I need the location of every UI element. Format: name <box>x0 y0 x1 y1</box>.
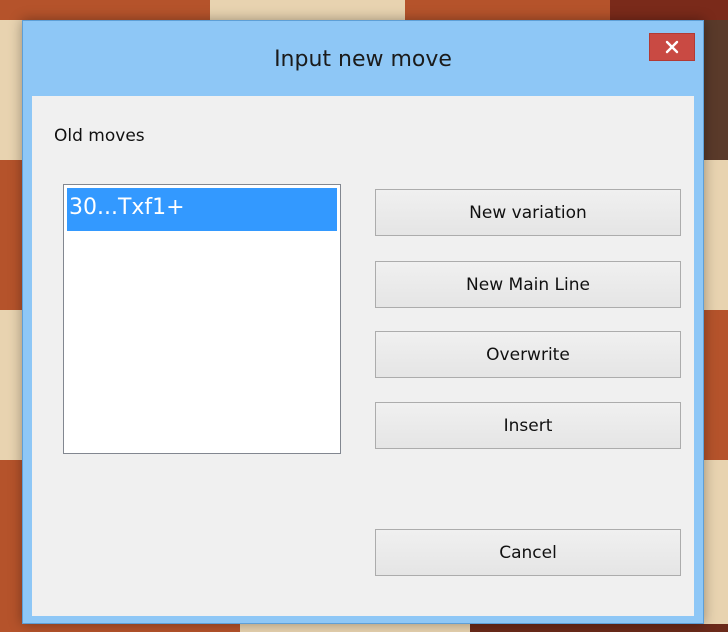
board-square <box>610 0 728 20</box>
board-square <box>240 624 470 632</box>
dialog-titlebar[interactable]: Input new move <box>23 21 703 93</box>
input-new-move-dialog: Input new move Old moves 30...Txf1+ New … <box>22 20 704 624</box>
list-item[interactable]: 30...Txf1+ <box>67 188 337 231</box>
old-moves-list[interactable]: 30...Txf1+ <box>63 184 341 454</box>
board-square <box>405 0 610 20</box>
close-button[interactable] <box>649 33 695 61</box>
board-square <box>704 310 728 460</box>
dialog-title: Input new move <box>274 47 452 72</box>
old-moves-label: Old moves <box>54 126 145 146</box>
board-square <box>704 160 728 310</box>
close-icon <box>665 40 679 54</box>
dialog-body: Old moves 30...Txf1+ New variation New M… <box>32 96 694 616</box>
board-square <box>0 0 210 20</box>
insert-button[interactable]: Insert <box>375 402 681 449</box>
cancel-button[interactable]: Cancel <box>375 529 681 576</box>
board-square <box>210 0 405 20</box>
board-square <box>0 20 22 160</box>
new-main-line-button[interactable]: New Main Line <box>375 261 681 308</box>
board-square <box>0 460 22 632</box>
board-square <box>0 624 240 632</box>
board-square <box>704 20 728 160</box>
board-square <box>0 310 22 460</box>
board-square <box>0 160 22 310</box>
new-variation-button[interactable]: New variation <box>375 189 681 236</box>
overwrite-button[interactable]: Overwrite <box>375 331 681 378</box>
board-square <box>470 624 728 632</box>
board-square <box>704 460 728 632</box>
